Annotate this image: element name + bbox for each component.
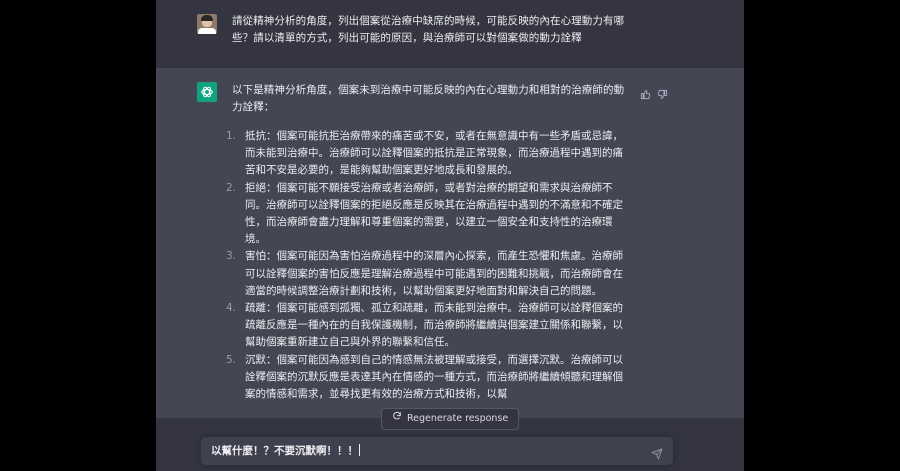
regenerate-label: Regenerate response <box>407 413 509 424</box>
message-input[interactable]: 以幫什麼！？不要沉默啊！！！ <box>211 443 360 459</box>
list-item: 1. 抵抗：個案可能抗拒治療帶來的痛苦或不安，或者在無意識中有一些矛盾或忌諱，而未… <box>226 130 623 177</box>
user-avatar <box>197 14 217 34</box>
chat-window: 請從精神分析的角度，列出個案從治療中缺席的時候，可能反映的內在心理動力有哪些？請… <box>156 0 744 471</box>
message-composer[interactable]: 以幫什麼！？不要沉默啊！！！ <box>201 437 673 465</box>
assistant-message-row: 以下是精神分析角度，個案未到治療中可能反映的內在心理動力和相對的治療師的動力詮釋… <box>156 68 744 418</box>
list-item: 3. 害怕：個案可能因為害怕治療過程中的深層內心探索，而產生恐懼和焦慮。治療師可以… <box>226 250 623 297</box>
thumbs-up-icon[interactable] <box>640 85 651 100</box>
regenerate-button[interactable]: Regenerate response <box>381 408 520 430</box>
list-item: 5. 沉默：個案可能因為感到自己的情感無法被理解或接受，而選擇沉默。治療師可以詮釋… <box>226 353 623 401</box>
assistant-intro-text: 以下是精神分析角度，個案未到治療中可能反映的內在心理動力和相對的治療師的動力詮釋… <box>232 84 625 114</box>
thumbs-down-icon[interactable] <box>657 85 668 99</box>
user-message-row: 請從精神分析的角度，列出個案從治療中缺席的時候，可能反映的內在心理動力有哪些？請… <box>156 0 744 69</box>
list-item: 2. 拒絕：個案可能不願接受治療或者治療師，或者對治療的期望和需求與治療師不同。治… <box>226 181 623 246</box>
openai-logo-icon <box>197 82 217 102</box>
paper-plane-icon[interactable] <box>651 445 663 460</box>
feedback-buttons <box>640 85 668 100</box>
list-item: 4. 疏離：個案可能感到孤獨、孤立和疏離，而未能到治療中。治療師可以詮釋個案的疏離… <box>226 302 623 349</box>
response-list: 1. 抵抗：個案可能抗拒治療帶來的痛苦或不安，或者在無意識中有一些矛盾或忌諱，而未… <box>226 128 630 403</box>
refresh-icon <box>392 409 402 429</box>
user-message-text: 請從精神分析的角度，列出個案從治療中缺席的時候，可能反映的內在心理動力有哪些？請… <box>232 15 625 45</box>
